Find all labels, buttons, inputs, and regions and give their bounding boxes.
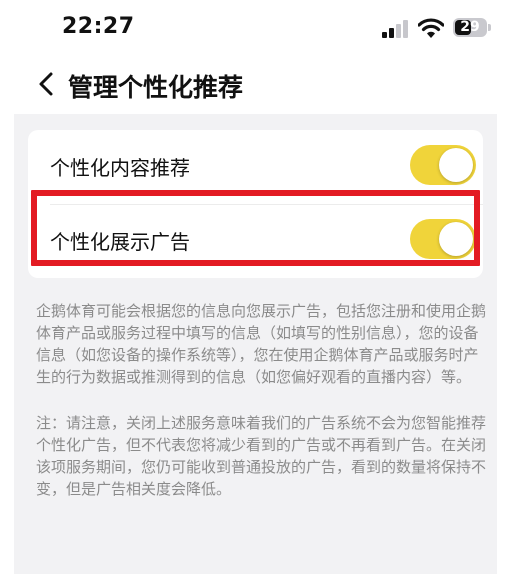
wifi-icon [418, 18, 444, 38]
page-title: 管理个性化推荐 [68, 73, 244, 102]
setting-row-personalized-ads: 个性化展示广告 [28, 204, 483, 278]
nav-bar: 管理个性化推荐 [0, 62, 513, 108]
cellular-signal-icon [382, 20, 408, 38]
ads-info-paragraph: 企鹅体育可能会根据您的信息向您展示广告，包括您注册和使用企鹅体育产品或服务过程中… [36, 302, 487, 386]
personalized-content-toggle[interactable] [410, 145, 476, 185]
back-button[interactable] [34, 70, 60, 98]
ads-notice-paragraph: 注：请注意，关闭上述服务意味着我们的广告系统不会为您智能推荐个性化广告，但不代表… [36, 414, 487, 498]
setting-label: 个性化展示广告 [50, 230, 190, 254]
settings-card: 个性化内容推荐 个性化展示广告 [28, 130, 483, 278]
toggle-knob [439, 148, 473, 182]
status-bar: 22:27 29 [0, 0, 513, 56]
battery-tip [488, 24, 491, 31]
status-time: 22:27 [62, 14, 135, 39]
setting-label: 个性化内容推荐 [50, 156, 190, 180]
setting-row-personalized-content: 个性化内容推荐 [28, 130, 483, 204]
battery-icon: 29 [453, 18, 487, 37]
chevron-left-icon [39, 72, 53, 96]
battery-level: 29 [460, 19, 480, 35]
toggle-knob [439, 222, 473, 256]
personalized-ads-toggle[interactable] [410, 219, 476, 259]
settings-content: 个性化内容推荐 个性化展示广告 企鹅体育可能会根据您的信息向您展示广告，包括您注… [14, 114, 497, 574]
